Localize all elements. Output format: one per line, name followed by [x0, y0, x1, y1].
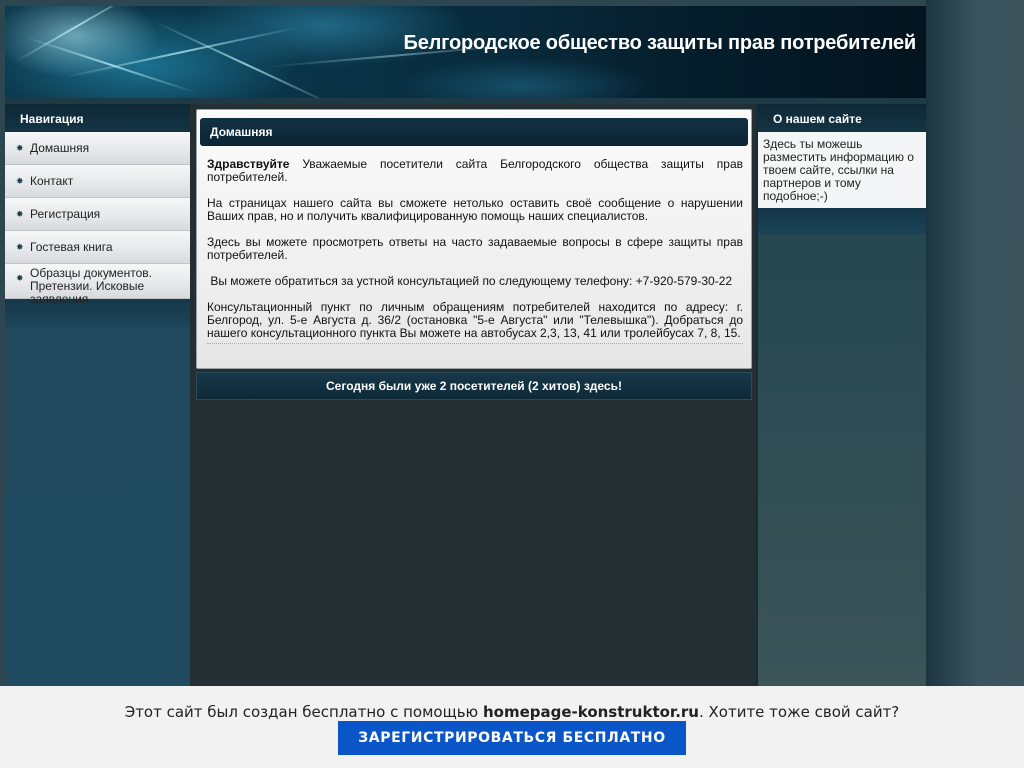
content-body: Здравствуйте Уважаемые посетители сайта … [197, 146, 751, 340]
sidebar-item-label: Домашняя [30, 141, 90, 155]
banner-light-streak [24, 36, 197, 94]
promo-text-after: . Хотите тоже свой сайт? [698, 703, 900, 721]
content-divider [207, 343, 743, 344]
sidebar-item-registration[interactable]: ✸ Регистрация [5, 198, 190, 231]
about-text: Здесь ты можешь разместить информацию о … [758, 132, 926, 208]
about-footer [758, 208, 926, 234]
register-free-button[interactable]: ЗАРЕГИСТРИРОВАТЬСЯ БЕСПЛАТНО [338, 721, 686, 755]
site-title: Белгородское общество защиты прав потреб… [403, 32, 917, 54]
sidebar-item-home[interactable]: ✸ Домашняя [5, 132, 190, 165]
page-right-background [926, 0, 1024, 768]
sidebar-item-guestbook[interactable]: ✸ Гостевая книга [5, 231, 190, 264]
greeting-paragraph: Здравствуйте Уважаемые посетители сайта … [207, 158, 743, 184]
bullet-icon: ✸ [16, 209, 24, 219]
about-heading: О нашем сайте [758, 104, 926, 132]
bullet-icon: ✸ [16, 273, 24, 283]
bullet-icon: ✸ [16, 176, 24, 186]
bullet-icon: ✸ [16, 242, 24, 252]
promo-text: Этот сайт был создан бесплатно с помощью… [0, 703, 1024, 721]
sidebar-item-label: Гостевая книга [30, 240, 113, 254]
address-paragraph: Консультационный пункт по личным обращен… [207, 300, 743, 340]
sidebar-item-label: Регистрация [30, 207, 101, 221]
greeting-bold: Здравствуйте [207, 157, 290, 171]
sidebar-item-documents[interactable]: ✸ Образцы документов. Претензии. Исковые… [5, 264, 190, 306]
right-sidebar: О нашем сайте Здесь ты можешь разместить… [758, 104, 926, 686]
phone-paragraph: Вы можете обратиться за устной консульта… [207, 274, 733, 288]
main-content: Домашняя Здравствуйте Уважаемые посетите… [190, 104, 756, 686]
nav-heading: Навигация [5, 104, 190, 132]
content-paragraph: Здесь вы можете просмотреть ответы на ча… [207, 235, 743, 262]
bullet-icon: ✸ [16, 143, 24, 153]
header-banner: Белгородское общество защиты прав потреб… [5, 6, 926, 98]
visitor-counter: Сегодня были уже 2 посетителей (2 хитов)… [196, 372, 752, 400]
promo-footer: Этот сайт был создан бесплатно с помощью… [0, 686, 1024, 768]
sidebar-item-label: Контакт [30, 174, 74, 188]
sidebar-item-label: Образцы документов. Претензии. Исковые з… [30, 266, 152, 306]
promo-site-link[interactable]: homepage-konstruktor.ru [483, 703, 699, 721]
sidebar-item-contact[interactable]: ✸ Контакт [5, 165, 190, 198]
page-title: Домашняя [200, 118, 748, 146]
content-paragraph: На страницах нашего сайта вы сможете нет… [207, 196, 743, 223]
left-sidebar: Навигация ✸ Домашняя ✸ Контакт ✸ Регистр… [5, 104, 190, 686]
content-panel: Домашняя Здравствуйте Уважаемые посетите… [196, 109, 752, 369]
promo-text-before: Этот сайт был создан бесплатно с помощью [124, 703, 483, 721]
